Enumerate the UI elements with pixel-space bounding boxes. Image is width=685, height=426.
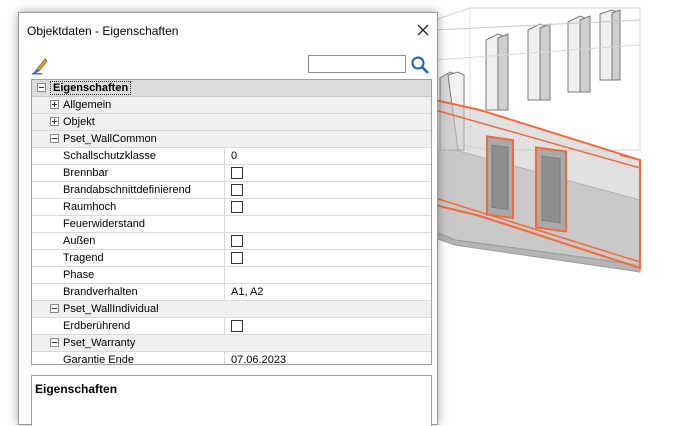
collapse-icon[interactable]	[50, 338, 59, 347]
property-row[interactable]: Schallschutzklasse 0	[32, 148, 431, 165]
property-checkbox[interactable]	[231, 167, 243, 179]
collapse-icon[interactable]	[50, 304, 59, 313]
expand-icon[interactable]	[50, 100, 59, 109]
property-checkbox[interactable]	[231, 184, 243, 196]
search-icon[interactable]	[410, 55, 430, 75]
property-row[interactable]: Phase	[32, 267, 431, 284]
property-value-cell[interactable]: 0	[224, 148, 431, 164]
category-label: Objekt	[63, 116, 95, 128]
collapse-icon[interactable]	[50, 134, 59, 143]
property-label: Brandabschnittdefinierend	[63, 184, 191, 196]
property-value-cell[interactable]	[224, 165, 431, 181]
property-grid: Eigenschaften Allgemein Objekt Pset_WallCo…	[31, 79, 432, 365]
category-row[interactable]: Allgemein	[32, 97, 431, 114]
property-label: Brandverhalten	[63, 286, 138, 298]
property-value-cell[interactable]	[224, 318, 431, 334]
category-row[interactable]: Pset_Warranty	[32, 335, 431, 352]
property-value: 07.06.2023	[231, 354, 287, 365]
search-input[interactable]	[308, 55, 406, 73]
property-label: Phase	[63, 269, 95, 281]
root-category-label: Eigenschaften	[50, 81, 132, 95]
app-window: Objektdaten - Eigenschaften Eigenschafte…	[0, 0, 685, 426]
properties-dialog: Objektdaten - Eigenschaften Eigenschafte…	[18, 12, 438, 426]
category-label: Pset_WallIndividual	[63, 303, 159, 315]
close-icon[interactable]	[412, 19, 434, 41]
property-value-cell[interactable]	[224, 182, 431, 198]
category-row[interactable]: Objekt	[32, 114, 431, 131]
property-label: Feuerwiderstand	[63, 218, 145, 230]
property-value-cell[interactable]	[224, 199, 431, 215]
property-checkbox[interactable]	[231, 320, 243, 332]
property-label: Tragend	[63, 252, 104, 264]
property-label: Brennbar	[63, 167, 109, 179]
property-label: Erdberührend	[63, 320, 131, 332]
expand-icon[interactable]	[50, 117, 59, 126]
property-checkbox[interactable]	[231, 201, 243, 213]
category-label: Pset_Warranty	[63, 337, 136, 349]
title-bar[interactable]: Objektdaten - Eigenschaften	[19, 13, 437, 47]
property-value-cell[interactable]	[224, 216, 431, 232]
property-row[interactable]: Erdberührend	[32, 318, 431, 335]
property-value-cell[interactable]	[224, 233, 431, 249]
property-row[interactable]: Brennbar	[32, 165, 431, 182]
category-label: Pset_WallCommon	[63, 133, 157, 145]
property-row[interactable]: Feuerwiderstand	[32, 216, 431, 233]
brush-icon[interactable]	[31, 55, 51, 75]
property-row[interactable]: Tragend	[32, 250, 431, 267]
dialog-title: Objektdaten - Eigenschaften	[27, 24, 179, 38]
property-checkbox[interactable]	[231, 252, 243, 264]
property-value-cell[interactable]	[224, 250, 431, 266]
category-label: Allgemein	[63, 99, 112, 111]
property-label: Schallschutzklasse	[63, 150, 156, 162]
property-value-cell[interactable]	[224, 267, 431, 283]
property-label: Außen	[63, 235, 96, 247]
property-row[interactable]: Raumhoch	[32, 199, 431, 216]
description-panel: Eigenschaften	[31, 375, 432, 426]
category-row[interactable]: Pset_WallCommon	[32, 131, 431, 148]
category-row[interactable]: Pset_WallIndividual	[32, 301, 431, 318]
collapse-icon[interactable]	[37, 83, 46, 92]
property-value-cell[interactable]: 07.06.2023	[224, 352, 431, 365]
property-row[interactable]: Brandabschnittdefinierend	[32, 182, 431, 199]
root-category[interactable]: Eigenschaften	[32, 80, 431, 97]
property-value-cell[interactable]: A1, A2	[224, 284, 431, 300]
description-title: Eigenschaften	[35, 382, 118, 396]
toolbar	[19, 53, 437, 79]
property-label: Raumhoch	[63, 201, 117, 213]
property-row[interactable]: Garantie Ende 07.06.2023	[32, 352, 431, 365]
property-label: Garantie Ende	[63, 354, 134, 365]
property-checkbox[interactable]	[231, 235, 243, 247]
property-value: 0	[231, 150, 238, 162]
property-row[interactable]: Außen	[32, 233, 431, 250]
property-row[interactable]: Brandverhalten A1, A2	[32, 284, 431, 301]
property-value: A1, A2	[231, 286, 264, 298]
